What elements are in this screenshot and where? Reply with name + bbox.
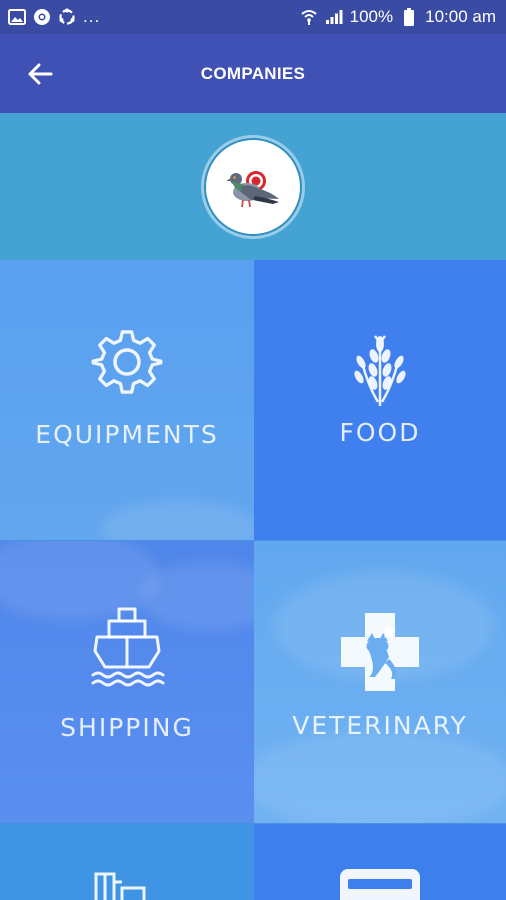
card-icon (338, 867, 422, 900)
battery-percent: 100% (349, 7, 394, 26)
tile-label: FOOD (339, 418, 421, 447)
status-overflow-dots: ... (83, 7, 101, 26)
ship-icon (85, 605, 169, 689)
status-bar: ... 100% 10:00 am (0, 0, 506, 34)
wheat-icon (349, 332, 411, 406)
back-button[interactable] (20, 54, 60, 94)
tile-card[interactable] (254, 824, 506, 900)
signal-icon (325, 8, 343, 26)
tile-veterinary[interactable]: VETERINARY (254, 541, 506, 823)
tile-food[interactable]: FOOD (254, 260, 506, 540)
pigeon-icon (226, 170, 279, 207)
tile-label: VETERINARY (292, 711, 468, 740)
app-bar: COMPANIES (0, 34, 506, 113)
tile-label: EQUIPMENTS (35, 420, 219, 449)
status-time: 10:00 am (425, 7, 496, 26)
status-left: ... (8, 7, 100, 27)
vet-cross-icon (339, 611, 421, 693)
company-logo (204, 137, 302, 236)
category-grid: EQUIPMENTS FOOD SHIPPING VETERINARY (0, 260, 506, 900)
arrow-left-icon (28, 63, 53, 85)
sync-icon (58, 8, 76, 26)
company-banner (0, 113, 506, 260)
gear-icon (91, 326, 163, 398)
tile-shipping[interactable]: SHIPPING (0, 541, 254, 823)
building-icon (92, 870, 162, 900)
status-right: 100% 10:00 am (300, 7, 496, 27)
chrome-icon (33, 8, 51, 26)
tile-equipments[interactable]: EQUIPMENTS (0, 260, 254, 540)
tile-label: SHIPPING (60, 713, 194, 742)
battery-icon (400, 8, 418, 26)
page-title: COMPANIES (200, 63, 306, 83)
tile-building[interactable] (0, 824, 254, 900)
wifi-icon (300, 8, 318, 26)
image-icon (8, 8, 26, 26)
